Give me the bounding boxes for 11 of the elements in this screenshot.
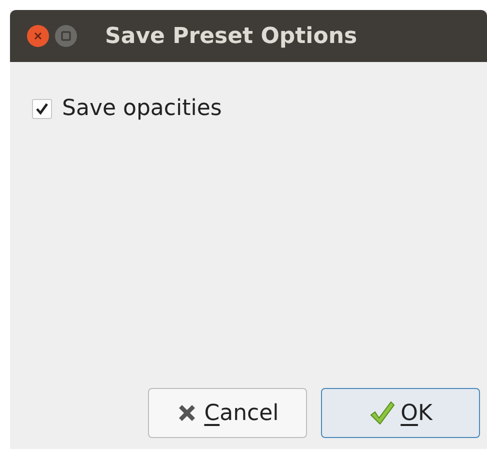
checkbox[interactable] [32,98,52,118]
maximize-icon [61,31,71,41]
cancel-button[interactable]: Cancel [148,388,307,438]
window-title: Save Preset Options [105,22,358,50]
ok-button[interactable]: OK [321,388,480,438]
close-icon [34,32,42,40]
option-label: Save opacities [62,95,222,123]
checkmark-icon [368,400,395,426]
close-button[interactable] [27,25,49,47]
maximize-button[interactable] [55,25,77,47]
check-icon [35,102,49,116]
